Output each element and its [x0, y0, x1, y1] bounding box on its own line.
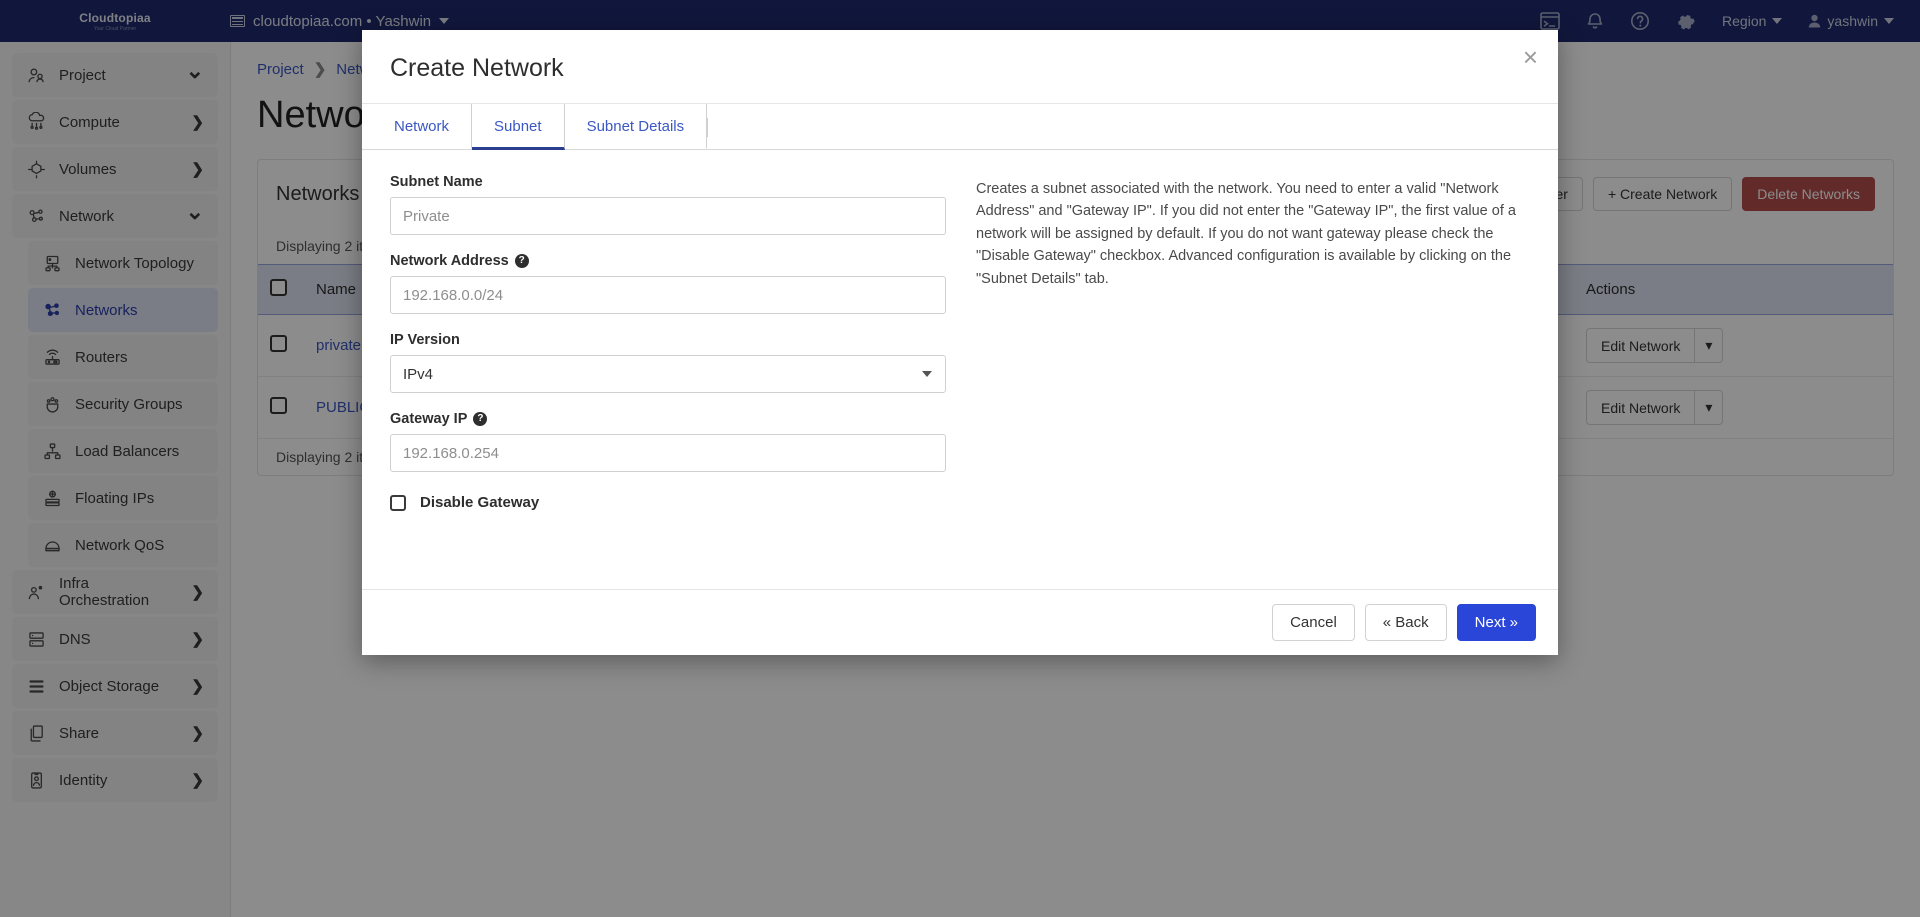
tab-subnet-details[interactable]: Subnet Details [565, 104, 708, 150]
ip-version-field: IP Version IPv4IPv6 [390, 332, 946, 393]
help-circle-icon[interactable]: ? [473, 412, 487, 426]
tabs-end-rule [707, 118, 708, 137]
ip-version-select-wrap: IPv4IPv6 [390, 355, 946, 393]
modal-header: Create Network × [362, 30, 1558, 104]
disable-gateway-label: Disable Gateway [420, 494, 539, 511]
tab-subnet[interactable]: Subnet [472, 104, 565, 150]
ip-version-label: IP Version [390, 332, 946, 348]
gateway-ip-label-text: Gateway IP [390, 411, 467, 427]
gateway-ip-input[interactable] [390, 434, 946, 472]
back-button[interactable]: « Back [1365, 604, 1447, 641]
modal-footer: Cancel « Back Next » [362, 589, 1558, 655]
gateway-ip-label: Gateway IP ? [390, 411, 946, 427]
subnet-name-label: Subnet Name [390, 174, 946, 190]
subnet-form: Subnet Name Network Address ? IP Version [390, 174, 946, 589]
gateway-ip-field: Gateway IP ? [390, 411, 946, 472]
modal-help-text: Creates a subnet associated with the net… [976, 174, 1530, 589]
ip-version-label-text: IP Version [390, 332, 460, 348]
disable-gateway-checkbox[interactable] [390, 495, 406, 511]
modal-body: Subnet Name Network Address ? IP Version [362, 150, 1558, 589]
modal-title: Create Network [390, 54, 1530, 83]
create-network-modal: Create Network × NetworkSubnetSubnet Det… [362, 30, 1558, 655]
subnet-name-field: Subnet Name [390, 174, 946, 235]
modal-tabs: NetworkSubnetSubnet Details [362, 104, 1558, 150]
app-root: Cloudtopiaa Your Cloud Partner cloudtopi… [0, 0, 1920, 917]
subnet-name-label-text: Subnet Name [390, 174, 483, 190]
network-address-input[interactable] [390, 276, 946, 314]
help-circle-icon[interactable]: ? [515, 254, 529, 268]
network-address-field: Network Address ? [390, 253, 946, 314]
close-icon[interactable]: × [1523, 44, 1538, 70]
next-button[interactable]: Next » [1457, 604, 1536, 641]
disable-gateway-row[interactable]: Disable Gateway [390, 494, 946, 511]
network-address-label: Network Address ? [390, 253, 946, 269]
ip-version-select[interactable]: IPv4IPv6 [390, 355, 946, 393]
network-address-label-text: Network Address [390, 253, 509, 269]
subnet-name-input[interactable] [390, 197, 946, 235]
cancel-button[interactable]: Cancel [1272, 604, 1355, 641]
tab-network[interactable]: Network [390, 104, 472, 150]
